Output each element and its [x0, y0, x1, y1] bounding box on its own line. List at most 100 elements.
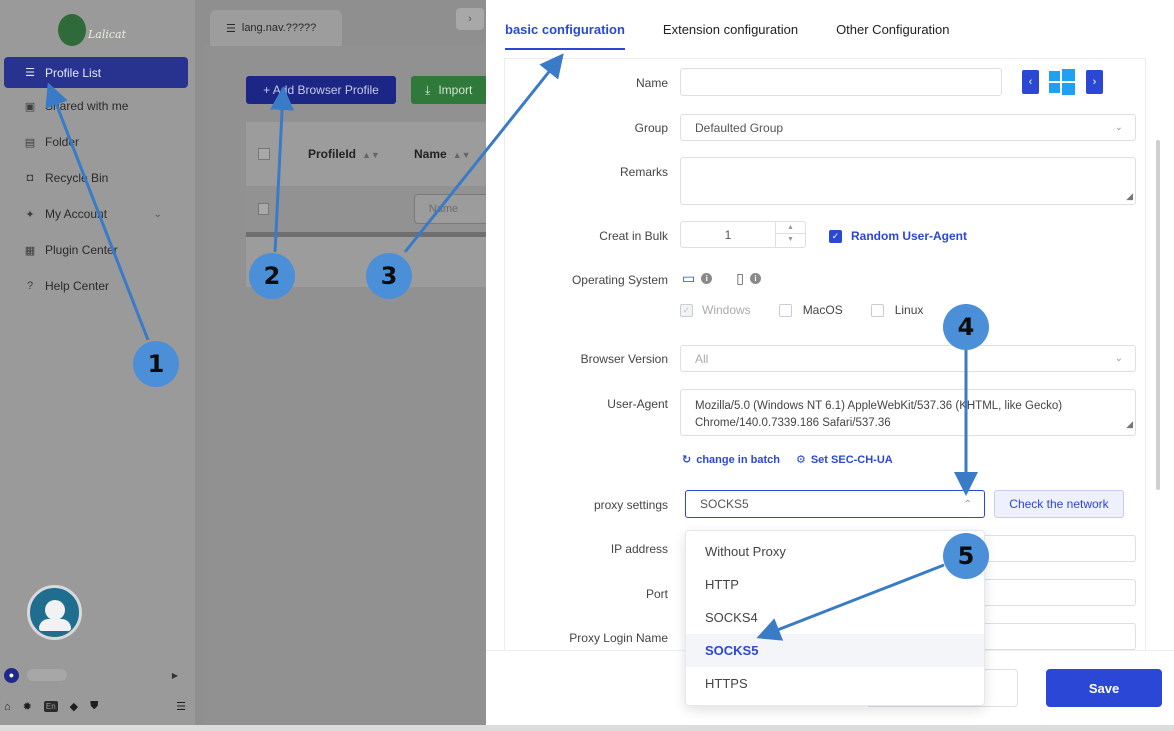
tab-other-configuration[interactable]: Other Configuration [836, 0, 949, 58]
linux-checkbox[interactable] [870, 303, 884, 317]
mobile-icon[interactable]: ▯ [736, 270, 744, 287]
next-os-icon[interactable]: › [1086, 70, 1103, 94]
theme-sun-icon[interactable]: ✹ [23, 700, 32, 713]
sidebar-item-shared[interactable]: ▣ Shared with me [4, 88, 188, 124]
proxy-type-dropdown: Without Proxy HTTP SOCKS4 SOCKS5 HTTPS [685, 530, 985, 706]
windows-label: Windows [702, 303, 751, 317]
macos-checkbox[interactable] [778, 303, 792, 317]
folder-icon: ▤ [24, 136, 36, 149]
remarks-label: Remarks [619, 165, 668, 179]
chevron-right-icon[interactable]: › [456, 8, 484, 30]
save-button[interactable]: Save [1046, 669, 1162, 707]
windows-logo-icon [1049, 69, 1075, 95]
info-icon[interactable]: i [701, 273, 713, 284]
user-menu[interactable]: ● ▶ [4, 666, 184, 684]
sort-icon: ▲▼ [362, 150, 380, 160]
resize-handle-icon[interactable]: ◢ [1126, 191, 1133, 202]
proxy-option-socks4[interactable]: SOCKS4 [686, 601, 984, 634]
sort-icon: ▲▼ [452, 150, 471, 160]
import-button[interactable]: ⤓ Import [411, 76, 491, 104]
sidebar-nav: ☰ Profile List ▣ Shared with me ▤ Folder… [4, 57, 188, 304]
tab-label: lang.nav.????? [241, 22, 317, 34]
stepper-buttons[interactable]: ▲ ▼ [775, 222, 805, 247]
caret-right-icon: ▶ [171, 670, 178, 680]
name-filter-input[interactable]: Name [413, 194, 486, 224]
prev-os-icon[interactable]: ‹ [1022, 70, 1039, 94]
sidebar-item-label: My Account [45, 207, 108, 221]
window-bottom-edge [0, 725, 1174, 731]
annotation-marker-2: 2 [249, 253, 295, 299]
check-network-button[interactable]: Check the network [994, 490, 1124, 518]
help-icon: ? [26, 280, 34, 292]
sidebar-item-plugin-center[interactable]: ▦ Plugin Center [4, 232, 188, 268]
app-logo: Lalicat [58, 8, 128, 48]
increment-icon: ▲ [776, 222, 805, 234]
proxy-option-without[interactable]: Without Proxy [686, 535, 984, 568]
windows-checkbox[interactable]: ✓ [680, 303, 693, 317]
sidebar-item-label: Profile List [45, 65, 102, 80]
info-icon[interactable]: i [749, 273, 761, 284]
chevron-down-icon: ⌄ [1114, 353, 1123, 364]
linux-label: Linux [894, 303, 924, 317]
proxy-option-https[interactable]: HTTPS [686, 667, 984, 700]
tab-extension-configuration[interactable]: Extension configuration [663, 0, 798, 58]
user-avatar-icon: ● [4, 667, 19, 683]
user-agent-value: Mozilla/5.0 (Windows NT 6.1) AppleWebKit… [695, 400, 1063, 429]
shield-icon[interactable]: ⛊ [90, 700, 98, 713]
table-scrollbar[interactable] [246, 232, 486, 237]
sidebar-item-label: Help Center [45, 279, 110, 293]
browser-version-select[interactable]: All ⌄ [680, 345, 1136, 372]
annotation-marker-3: 3 [366, 253, 412, 299]
remarks-textarea[interactable]: ◢ [680, 157, 1136, 205]
desktop-icon[interactable]: ▭ [682, 270, 695, 287]
column-header-profileid[interactable]: ProfileId ▲▼ [308, 147, 414, 161]
annotation-marker-1: 1 [133, 341, 179, 387]
form-scrollbar[interactable] [1156, 140, 1160, 490]
proxy-login-input[interactable] [985, 623, 1136, 650]
user-agent-textarea[interactable]: Mozilla/5.0 (Windows NT 6.1) AppleWebKit… [680, 389, 1136, 436]
set-sec-ch-ua-link[interactable]: ⚙ Set SEC-CH-UA [796, 453, 893, 466]
customer-support-icon[interactable] [27, 585, 82, 640]
sidebar-item-my-account[interactable]: ✦ My Account ⌄ [4, 196, 188, 232]
proxy-login-label: Proxy Login Name [569, 631, 668, 645]
name-label: Name [635, 76, 668, 90]
port-input[interactable] [985, 579, 1136, 606]
table-filter-row: Name [246, 186, 486, 232]
refresh-icon: ↻ [682, 454, 692, 466]
add-browser-profile-button[interactable]: + Add Browser Profile [246, 76, 396, 104]
ip-label: IP address [610, 542, 668, 556]
row-checkbox[interactable] [258, 203, 269, 215]
annotation-marker-4: 4 [943, 304, 989, 350]
proxy-option-socks5[interactable]: SOCKS5 [686, 634, 984, 667]
chevron-down-icon: ⌄ [153, 208, 162, 220]
ip-input[interactable] [985, 535, 1136, 562]
user-gear-icon: ✦ [25, 208, 35, 221]
sidebar-item-label: Folder [45, 135, 80, 149]
language-icon[interactable]: En [43, 701, 58, 712]
group-label: Group [634, 121, 668, 135]
proxy-option-http[interactable]: HTTP [686, 568, 984, 601]
name-input[interactable] [680, 68, 1002, 96]
sidebar-item-profile-list[interactable]: ☰ Profile List [4, 57, 188, 88]
random-ua-checkbox[interactable]: ✓ [829, 229, 842, 243]
collapse-menu-icon[interactable]: ☰ [176, 700, 186, 713]
sidebar-item-recycle-bin[interactable]: ◘ Recycle Bin [4, 160, 188, 196]
resize-handle-icon[interactable]: ◢ [1126, 416, 1133, 433]
home-icon[interactable]: ⌂ [4, 701, 11, 713]
plugin-icon: ▦ [24, 244, 36, 257]
group-select[interactable]: Defaulted Group ⌄ [680, 114, 1136, 141]
tab-profile-list[interactable]: ☰ lang.nav.????? [210, 10, 342, 46]
sidebar-item-help-center[interactable]: ? Help Center [4, 268, 188, 304]
tab-basic-configuration[interactable]: basic configuration [505, 0, 625, 58]
proxy-type-select[interactable]: SOCKS5 ⌃ [685, 490, 985, 518]
select-all-checkbox[interactable] [258, 148, 270, 160]
random-ua-option[interactable]: ✓ Random User-Agent [829, 229, 967, 243]
change-in-batch-link[interactable]: ↻ change in batch [682, 453, 780, 466]
tag-icon[interactable]: ◆ [70, 700, 78, 713]
proxy-type-value: SOCKS5 [700, 497, 749, 511]
list-icon: ☰ [25, 67, 35, 79]
column-header-name[interactable]: Name ▲▼ [414, 147, 471, 161]
share-icon: ▣ [24, 100, 36, 113]
bulk-quantity-stepper[interactable]: 1 ▲ ▼ [680, 221, 806, 248]
sidebar-item-folder[interactable]: ▤ Folder [4, 124, 188, 160]
